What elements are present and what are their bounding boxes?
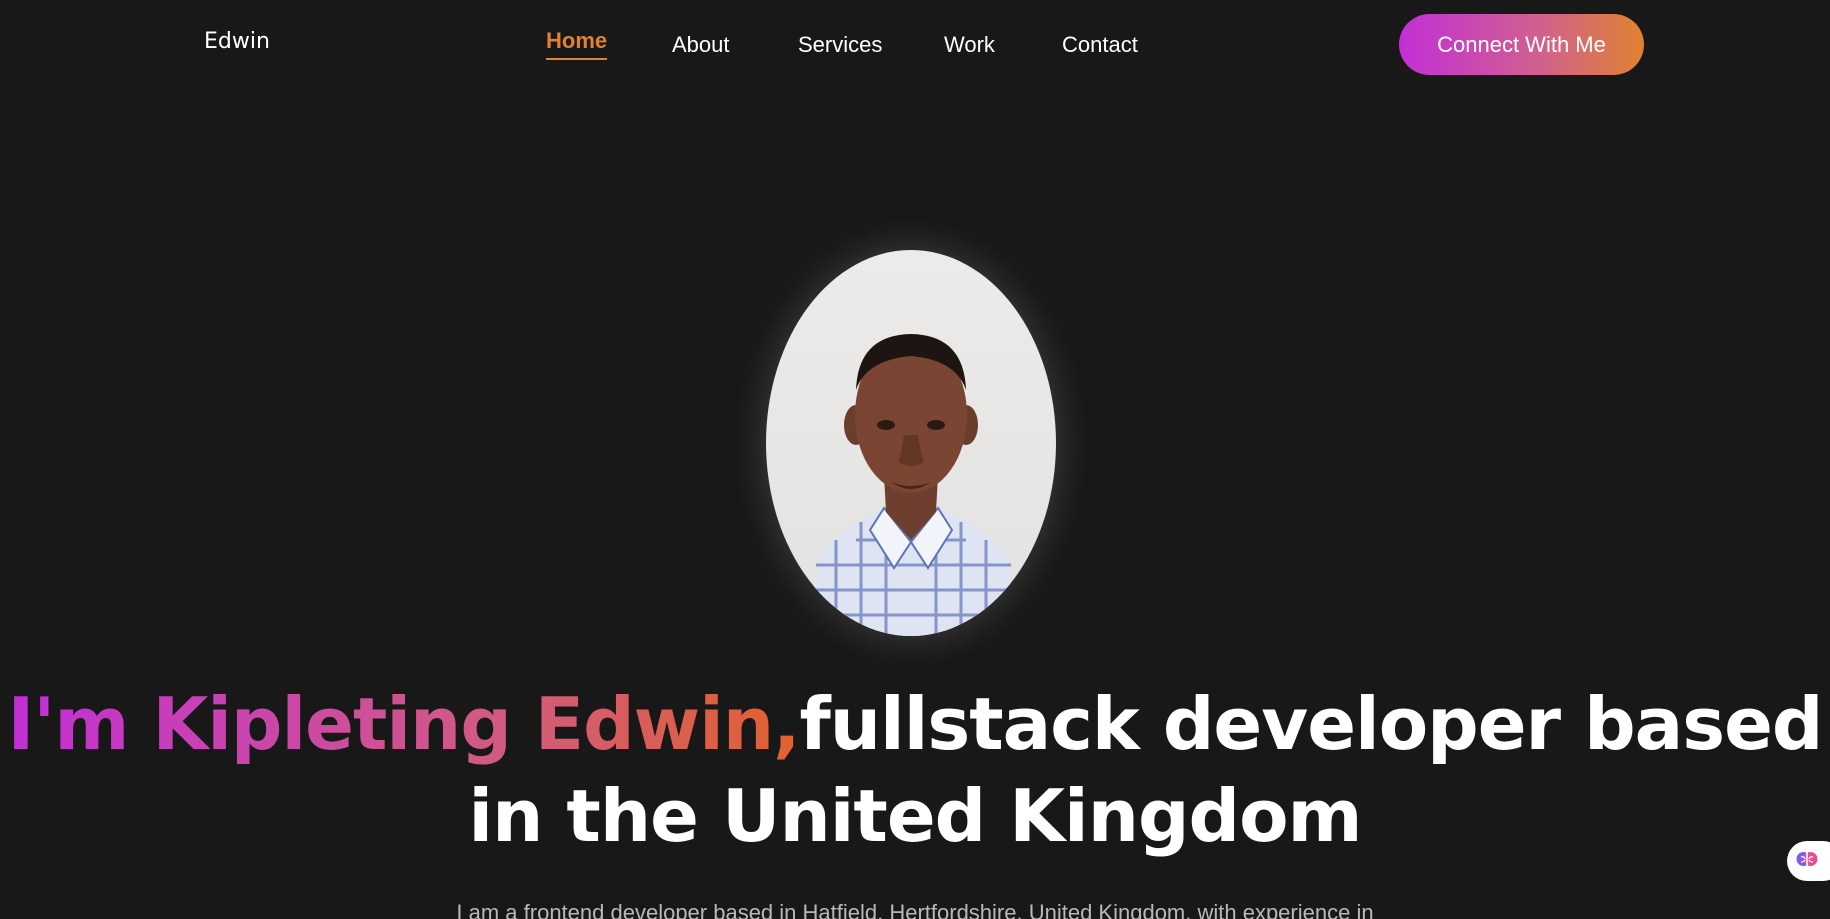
profile-photo bbox=[766, 250, 1056, 636]
nav-home[interactable]: Home bbox=[546, 28, 608, 60]
connect-button[interactable]: Connect With Me bbox=[1399, 14, 1644, 75]
brain-icon bbox=[1796, 848, 1818, 875]
nav-work[interactable]: Work bbox=[944, 32, 995, 58]
nav-services[interactable]: Services bbox=[798, 32, 882, 58]
portfolio-page: Edwin Home About Services Work Contact C… bbox=[0, 0, 1830, 919]
assistant-widget[interactable] bbox=[1787, 841, 1830, 881]
hero-headline: I'm Kipleting Edwin,fullstack developer … bbox=[0, 678, 1830, 862]
portrait-illustration bbox=[806, 334, 1018, 636]
nav-about[interactable]: About bbox=[672, 32, 730, 58]
navbar: Edwin Home About Services Work Contact C… bbox=[0, 0, 1830, 90]
site-logo[interactable]: Edwin bbox=[204, 29, 270, 54]
headline-name: I'm Kipleting Edwin, bbox=[7, 682, 801, 766]
hero-intro: I am a frontend developer based in Hatfi… bbox=[456, 900, 1374, 919]
nav-contact[interactable]: Contact bbox=[1062, 32, 1138, 58]
